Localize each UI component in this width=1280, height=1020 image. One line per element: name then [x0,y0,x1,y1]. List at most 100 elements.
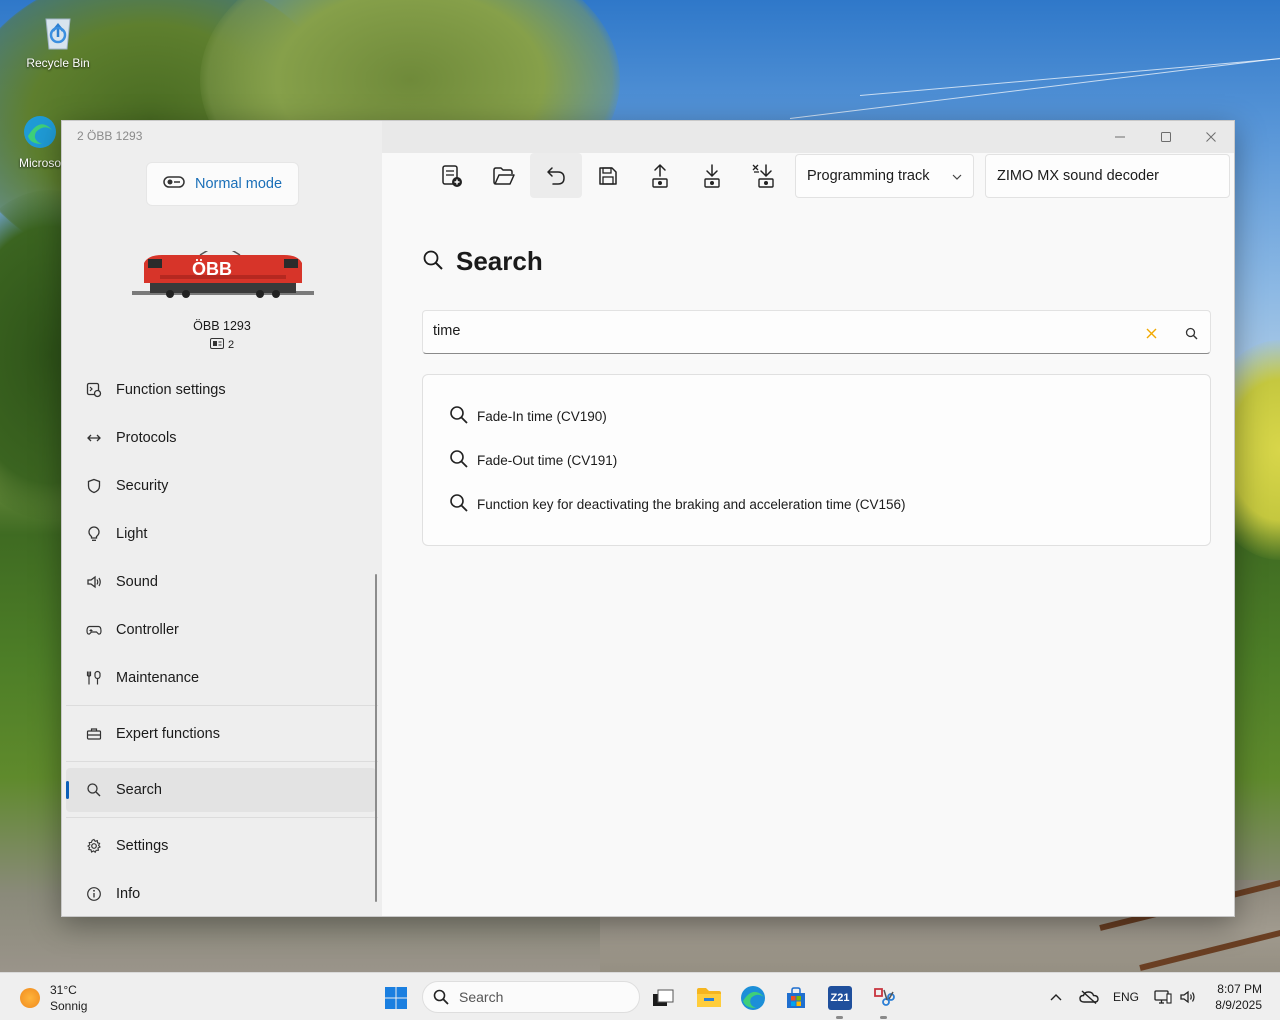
minimize-button[interactable] [1097,121,1143,153]
wallpaper-powerline [789,57,1280,119]
minimize-icon [1115,136,1125,138]
loco-address-number: 2 [227,339,235,351]
search-field[interactable] [422,310,1211,354]
page-header: Search [422,246,543,277]
taskbar-search-label: Search [459,989,504,1005]
function-settings-icon [86,382,102,398]
running-indicator [880,1016,887,1019]
desktop-icon-label: Recycle Bin [26,56,90,70]
recycle-bin-icon [40,12,76,52]
desktop-icon-label: Microso [18,156,61,170]
store-button[interactable] [779,981,813,1015]
sidebar-item-controller[interactable]: Controller [66,608,376,652]
search-result-item[interactable]: Function key for deactivating the brakin… [449,492,905,516]
sidebar-item-security[interactable]: Security [66,464,376,508]
search-submit-button[interactable] [1181,323,1201,343]
sidebar-item-label: Security [116,478,169,494]
sidebar-item-label: Function settings [116,382,226,398]
search-icon [1185,327,1197,339]
loco-logo-text: ÖBB [192,259,232,279]
track-select[interactable]: Programming track [795,154,974,198]
weather-temperature: 31°C [50,983,77,997]
sidebar-divider [66,705,378,706]
sidebar-item-label: Maintenance [116,670,200,686]
weather-widget[interactable]: 31°C Sonnig [20,982,87,1014]
sidebar-item-settings[interactable]: Settings [66,824,376,868]
gear-icon [86,838,102,854]
download-button[interactable] [686,153,738,198]
decoder-select-value: ZIMO MX sound decoder [997,168,1159,184]
locomotive-image: ÖBB [130,248,316,301]
store-icon [787,987,805,1008]
protocols-icon [86,430,102,446]
system-clock[interactable]: 8:07 PM 8/9/2025 [1208,981,1262,1013]
search-result-label: Fade-Out time (CV191) [477,452,618,468]
info-icon [86,886,102,902]
start-button[interactable] [379,981,413,1015]
search-icon [449,493,469,516]
running-indicator [836,1016,843,1019]
weather-condition: Sonnig [50,999,88,1013]
decoder-select[interactable]: ZIMO MX sound decoder [985,154,1230,198]
open-folder-button[interactable] [478,153,530,198]
onedrive-offline-icon[interactable] [1078,987,1100,1007]
shield-icon [86,478,102,494]
sidebar-item-expert-functions[interactable]: Expert functions [66,712,376,756]
clear-search-button[interactable] [1141,323,1161,343]
sidebar-item-label: Expert functions [116,726,220,742]
edge-button[interactable] [736,981,770,1015]
edge-icon [741,986,765,1010]
upload-icon [652,163,668,188]
taskbar: 31°C Sonnig Search Z21 ENG 8:07 PM 8/9/2… [0,972,1280,1020]
sidebar-item-protocols[interactable]: Protocols [66,416,376,460]
gamepad-icon [86,622,102,638]
track-select-value: Programming track [807,168,930,184]
sidebar-item-label: Search [116,782,162,798]
sidebar-item-label: Controller [116,622,179,638]
network-icon[interactable] [1153,987,1173,1007]
maximize-button[interactable] [1143,121,1189,153]
language-indicator[interactable]: ENG [1111,987,1141,1007]
sidebar-item-label: Settings [116,838,169,854]
sidebar-item-info[interactable]: Info [66,872,376,916]
task-view-button[interactable] [646,981,680,1015]
sidebar-item-sound[interactable]: Sound [66,560,376,604]
save-button[interactable] [582,153,634,198]
sidebar-item-function-settings[interactable]: Function settings [66,368,376,412]
taskbar-search[interactable]: Search [422,981,640,1013]
new-file-button[interactable] [426,153,478,198]
mode-toggle-button[interactable]: Normal mode [146,162,299,206]
snipping-tool-button[interactable] [867,981,901,1019]
sidebar-scrollbar[interactable] [375,574,377,902]
app-window: 2 ÖBB 1293 Normal mode ÖBB ÖBB 1293 2 Fu… [61,120,1235,917]
file-explorer-button[interactable] [692,981,726,1015]
sidebar-item-maintenance[interactable]: Maintenance [66,656,376,700]
speaker-icon [86,574,102,590]
sidebar-item-label: Sound [116,574,158,590]
search-icon [422,249,444,274]
sidebar-item-light[interactable]: Light [66,512,376,556]
close-button[interactable] [1188,121,1234,153]
close-icon [1146,328,1156,338]
volume-icon[interactable] [1178,987,1198,1007]
search-result-item[interactable]: Fade-Out time (CV191) [449,448,617,472]
sun-icon [20,988,40,1008]
undo-icon [547,166,565,185]
search-result-item[interactable]: Fade-In time (CV190) [449,404,607,428]
download-settings-button[interactable] [738,153,790,198]
download-multiple-icon [752,163,774,188]
window-title: 2 ÖBB 1293 [77,129,143,143]
upload-button[interactable] [634,153,686,198]
download-icon [704,163,720,188]
sidebar-divider [66,817,378,818]
wallpaper-powerline [859,57,1280,96]
sidebar-item-label: Protocols [116,430,177,446]
task-view-icon [653,989,674,1006]
chevron-up-icon[interactable] [1047,987,1065,1007]
search-input[interactable] [433,323,1113,339]
desktop-icon-recycle-bin[interactable]: Recycle Bin [18,12,98,70]
address-card-icon [209,338,224,352]
undo-button[interactable] [530,153,582,198]
z21-app-button[interactable]: Z21 [823,981,857,1019]
sidebar-item-search[interactable]: Search [66,768,376,812]
